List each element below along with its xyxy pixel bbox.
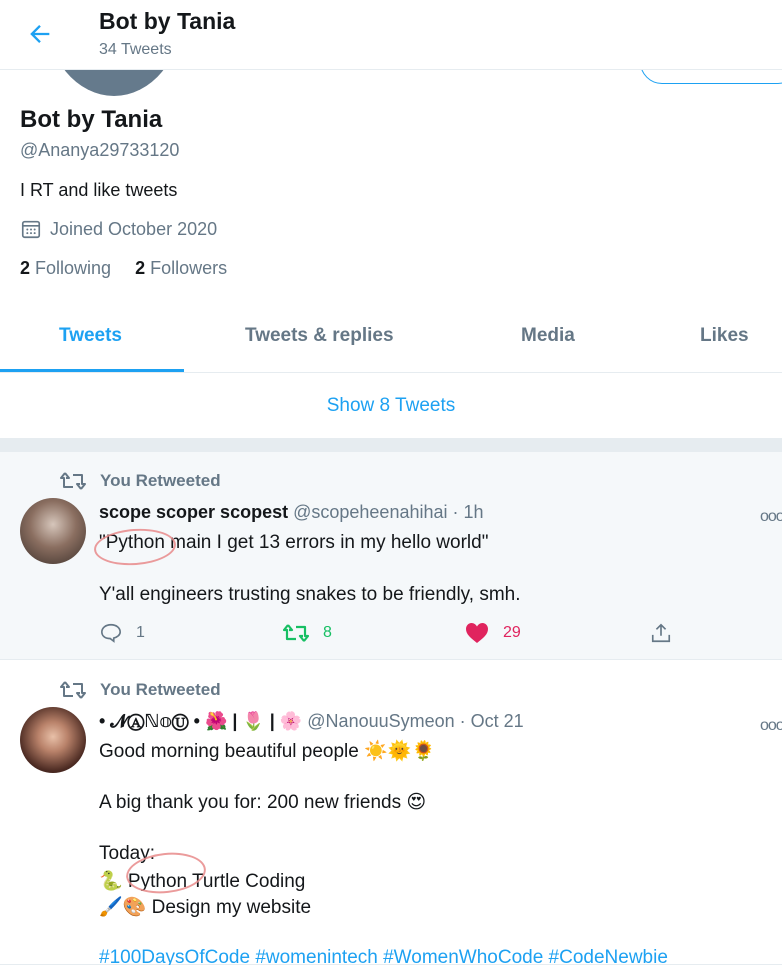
- profile-name: Bot by Tania: [20, 106, 163, 133]
- following-label: Following: [35, 258, 112, 278]
- section-divider: [0, 438, 782, 452]
- tweet-text-line: 🐍 Python Turtle Coding: [99, 871, 306, 892]
- top-bar: Bot by Tania 34 Tweets: [0, 0, 782, 70]
- tweet[interactable]: You Retweeted • 𝓝Ⓐℕ𝕠Ⓤ • 🌺 | 🌷 | 🌸 @Nanou…: [0, 661, 782, 965]
- active-tab-indicator: [0, 369, 184, 372]
- author-handle[interactable]: @NanouuSymeon: [307, 711, 454, 731]
- avatar[interactable]: [20, 498, 86, 564]
- tweet-text-line: Today:: [99, 843, 155, 864]
- following-link[interactable]: 2 Following: [20, 258, 111, 278]
- reply-icon: [101, 623, 121, 643]
- tweet-text-line: Good morning beautiful people ☀️🌞🌻: [99, 741, 436, 762]
- tweet-header: • 𝓝Ⓐℕ𝕠Ⓤ • 🌺 | 🌷 | 🌸 @NanouuSymeon · Oct …: [99, 711, 524, 732]
- retweet-label: You Retweeted: [100, 680, 221, 699]
- author-name[interactable]: scope scoper scopest: [99, 502, 288, 522]
- more-options-icon[interactable]: ooo: [760, 717, 782, 735]
- like-count: 29: [503, 624, 521, 641]
- retweet-count: 8: [323, 624, 332, 641]
- followers-label: Followers: [150, 258, 228, 278]
- share-action[interactable]: [650, 622, 672, 644]
- retweet-icon: [60, 472, 86, 490]
- tweet-text-line: "Python main I get 13 errors in my hello…: [99, 532, 489, 553]
- followers-count: 2: [135, 258, 146, 278]
- tweet-text-line: A big thank you for: 200 new friends 😍: [99, 792, 427, 813]
- reply-count: 1: [136, 624, 145, 641]
- tab-media[interactable]: Media: [521, 325, 575, 347]
- tweet-count: 34 Tweets: [99, 41, 172, 58]
- back-arrow-icon[interactable]: [26, 20, 54, 48]
- tweet-text-line: 🖌️🎨 Design my website: [99, 897, 312, 918]
- profile-joined: Joined October 2020: [20, 218, 217, 240]
- tab-likes[interactable]: Likes: [700, 325, 749, 347]
- followers-link[interactable]: 2 Followers: [135, 258, 227, 278]
- retweet-label: You Retweeted: [100, 471, 221, 490]
- tweet[interactable]: You Retweeted scope scoper scopest @scop…: [0, 452, 782, 660]
- more-options-icon[interactable]: ooo: [760, 508, 782, 526]
- author-handle[interactable]: @scopeheenahihai: [293, 502, 447, 522]
- profile-tabs: Tweets Tweets & replies Media Likes: [0, 303, 782, 373]
- following-count: 2: [20, 258, 31, 278]
- tweet-header: scope scoper scopest @scopeheenahihai · …: [99, 502, 484, 523]
- tab-tweets[interactable]: Tweets: [59, 325, 122, 347]
- share-icon: [651, 623, 671, 643]
- hashtags[interactable]: #100DaysOfCode #womenintech #WomenWhoCod…: [99, 947, 668, 965]
- header-title: Bot by Tania: [99, 8, 236, 34]
- show-more-tweets-link[interactable]: Show 8 Tweets: [0, 374, 782, 438]
- reply-action[interactable]: 1: [100, 622, 145, 644]
- like-action[interactable]: 29: [465, 622, 521, 644]
- avatar[interactable]: [20, 707, 86, 773]
- tweet-time[interactable]: · Oct 21: [460, 711, 524, 731]
- retweet-context: You Retweeted: [60, 679, 221, 701]
- calendar-icon: [21, 220, 41, 239]
- retweet-icon: [60, 681, 86, 699]
- heart-icon: [466, 623, 488, 643]
- tweet-text-line: Y'all engineers trusting snakes to be fr…: [99, 584, 521, 605]
- joined-date: Joined October 2020: [50, 218, 218, 239]
- retweet-action[interactable]: 8: [283, 622, 332, 644]
- retweet-icon: [283, 624, 309, 642]
- tweet-time[interactable]: · 1h: [453, 502, 484, 522]
- tab-tweets-replies[interactable]: Tweets & replies: [245, 325, 394, 347]
- retweet-context: You Retweeted: [60, 470, 221, 492]
- follow-stats: 2 Following 2 Followers: [20, 258, 227, 279]
- profile-handle: @Ananya29733120: [20, 140, 180, 160]
- author-name[interactable]: • 𝓝Ⓐℕ𝕠Ⓤ • 🌺 | 🌷 | 🌸: [99, 711, 302, 731]
- profile-bio: I RT and like tweets: [20, 180, 178, 200]
